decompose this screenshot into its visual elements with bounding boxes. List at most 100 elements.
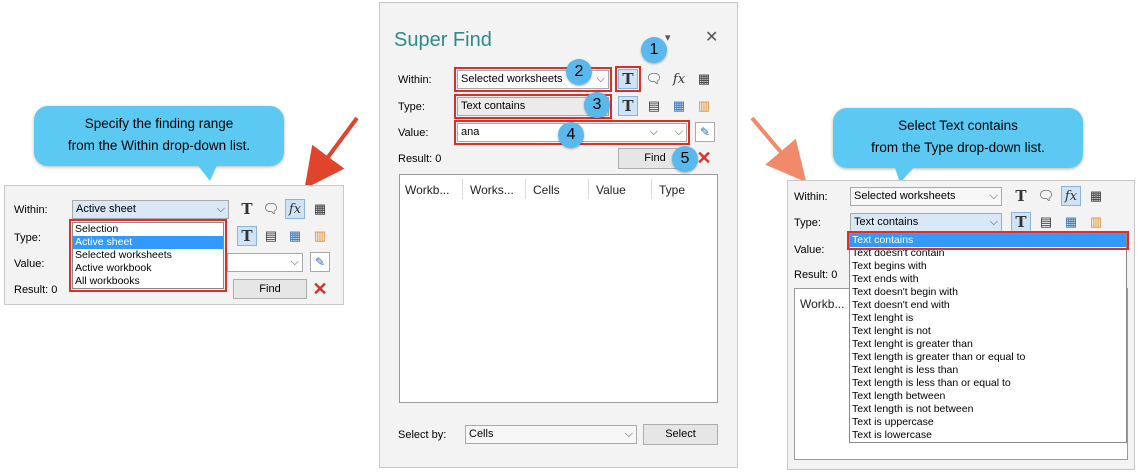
right-arrow (750, 116, 807, 183)
table-icon[interactable]: ▦ (694, 69, 714, 89)
column-header[interactable]: Workb... (405, 183, 449, 197)
center-within-value: Selected worksheets (461, 73, 563, 85)
left-panel: Within: Active sheet ⌵ T 🗨 fx ▦ Type: T ▤… (4, 185, 344, 305)
right-within-combo[interactable]: Selected worksheets ⌵ (850, 187, 1002, 206)
center-value-input[interactable]: ana (461, 126, 479, 138)
right-type-combo[interactable]: Text contains ⌵ (850, 213, 1002, 232)
select-by-label: Select by: (398, 429, 447, 441)
grid-icon[interactable]: ▥ (1086, 212, 1106, 232)
list-item[interactable]: Text doesn't contain (850, 247, 1126, 260)
text-T-icon[interactable]: T (237, 226, 257, 246)
table-icon[interactable]: ▦ (310, 199, 330, 219)
step-badge-3: 3 (584, 92, 610, 118)
chevron-down-icon: ⌵ (649, 126, 658, 138)
eyedropper-icon[interactable]: ✎ (695, 122, 715, 142)
calendar-icon[interactable]: ▦ (285, 226, 305, 246)
results-grid[interactable]: Workb... Works... Cells Value Type (399, 174, 718, 403)
list-item[interactable]: Text lenght is not (850, 325, 1126, 338)
list-item[interactable]: Text is uppercase (850, 416, 1126, 429)
list-item[interactable]: Text is lowercase (850, 429, 1126, 442)
list-item[interactable]: Text length is greater than or equal to (850, 351, 1126, 364)
column-header[interactable]: Cells (533, 183, 560, 197)
list-item[interactable]: Text lenght is (850, 312, 1126, 325)
list-item[interactable]: Text length is less than or equal to (850, 377, 1126, 390)
select-button[interactable]: Select (643, 424, 718, 445)
left-value-combo[interactable]: ⌵ (227, 253, 303, 272)
right-callout-line2: from the Type drop-down list. (871, 140, 1045, 155)
column-header[interactable]: Works... (470, 183, 514, 197)
comment-icon[interactable]: 🗨 (1036, 186, 1056, 206)
right-within-label: Within: (794, 191, 828, 203)
minimize-icon[interactable]: ▾ (665, 31, 671, 44)
list-item[interactable]: Text ends with (850, 273, 1126, 286)
calculator-icon[interactable]: ▤ (261, 226, 281, 246)
center-panel: Super Find ▾ ✕ Within: Selected workshee… (379, 2, 738, 468)
column-divider (462, 179, 463, 199)
formula-fx-icon[interactable]: fx (669, 69, 689, 89)
list-item[interactable]: Text doesn't end with (850, 299, 1126, 312)
chevron-down-icon: ⌵ (290, 256, 299, 268)
eyedropper-icon[interactable]: ✎ (310, 252, 330, 272)
grid-icon[interactable]: ▥ (694, 96, 714, 116)
text-T-icon[interactable]: T (1011, 186, 1031, 206)
list-item[interactable]: Text lenght is less than (850, 364, 1126, 377)
grid-icon[interactable]: ▥ (310, 226, 330, 246)
center-type-value: Text contains (461, 100, 526, 112)
list-item[interactable]: Active sheet (73, 236, 223, 249)
list-item[interactable]: Active workbook (73, 262, 223, 275)
close-x-icon[interactable]: ✕ (310, 279, 330, 299)
calculator-icon[interactable]: ▤ (1036, 212, 1056, 232)
text-T-icon[interactable]: T (618, 96, 638, 116)
text-T-icon[interactable]: T (1011, 212, 1031, 232)
close-x-icon[interactable]: ✕ (705, 27, 718, 47)
center-type-label: Type: (398, 101, 425, 113)
left-callout-tail (196, 163, 218, 181)
list-item[interactable]: Text doesn't begin with (850, 286, 1126, 299)
step-badge-4: 4 (558, 122, 584, 148)
calendar-icon[interactable]: ▦ (1061, 212, 1081, 232)
left-arrow (304, 116, 359, 189)
step-badge-1: 1 (641, 37, 667, 63)
calendar-icon[interactable]: ▦ (669, 96, 689, 116)
formula-fx-icon[interactable]: fx (285, 199, 305, 219)
column-header[interactable]: Workb... (800, 297, 844, 311)
text-T-icon[interactable]: T (615, 66, 641, 92)
list-item[interactable]: Text length between (850, 390, 1126, 403)
comment-icon[interactable]: 🗨 (644, 69, 664, 89)
comment-icon[interactable]: 🗨 (261, 199, 281, 219)
column-divider (525, 179, 526, 199)
chevron-down-icon: ⌵ (989, 216, 998, 228)
left-within-label: Within: (14, 204, 48, 216)
formula-fx-icon[interactable]: fx (1061, 186, 1081, 206)
table-icon[interactable]: ▦ (1086, 186, 1106, 206)
panel-title: Super Find (394, 29, 492, 51)
center-within-label: Within: (398, 74, 432, 86)
list-item[interactable]: Selection (73, 223, 223, 236)
step-badge-2: 2 (566, 59, 592, 85)
text-T-icon[interactable]: T (237, 199, 257, 219)
list-item[interactable]: Text lenght is greater than (850, 338, 1126, 351)
right-panel: Within: Selected worksheets ⌵ T 🗨 fx ▦ Ty… (787, 180, 1135, 470)
calculator-icon[interactable]: ▤ (644, 96, 664, 116)
right-result-label: Result: 0 (794, 269, 838, 281)
left-callout-line2: from the Within drop-down list. (67, 138, 251, 153)
select-by-combo[interactable]: Cells ⌵ (465, 425, 637, 444)
list-item[interactable]: Text begins with (850, 260, 1126, 273)
center-value-label: Value: (398, 127, 429, 139)
left-within-combo[interactable]: Active sheet ⌵ (72, 200, 229, 219)
right-within-value: Selected worksheets (854, 190, 956, 202)
column-divider (651, 179, 652, 199)
list-item[interactable]: Text length is not between (850, 403, 1126, 416)
column-header[interactable]: Type (659, 183, 685, 197)
list-item[interactable]: Selected worksheets (73, 249, 223, 262)
right-value-label: Value: (794, 244, 825, 256)
left-within-value: Active sheet (76, 203, 136, 215)
list-item[interactable]: All workbooks (73, 275, 223, 288)
left-value-label: Value: (14, 258, 45, 270)
right-type-label: Type: (794, 217, 821, 229)
left-find-button[interactable]: Find (233, 279, 307, 299)
list-item[interactable]: Text contains (847, 231, 1129, 250)
center-result-label: Result: 0 (398, 153, 442, 165)
column-header[interactable]: Value (596, 183, 626, 197)
column-divider (588, 179, 589, 199)
